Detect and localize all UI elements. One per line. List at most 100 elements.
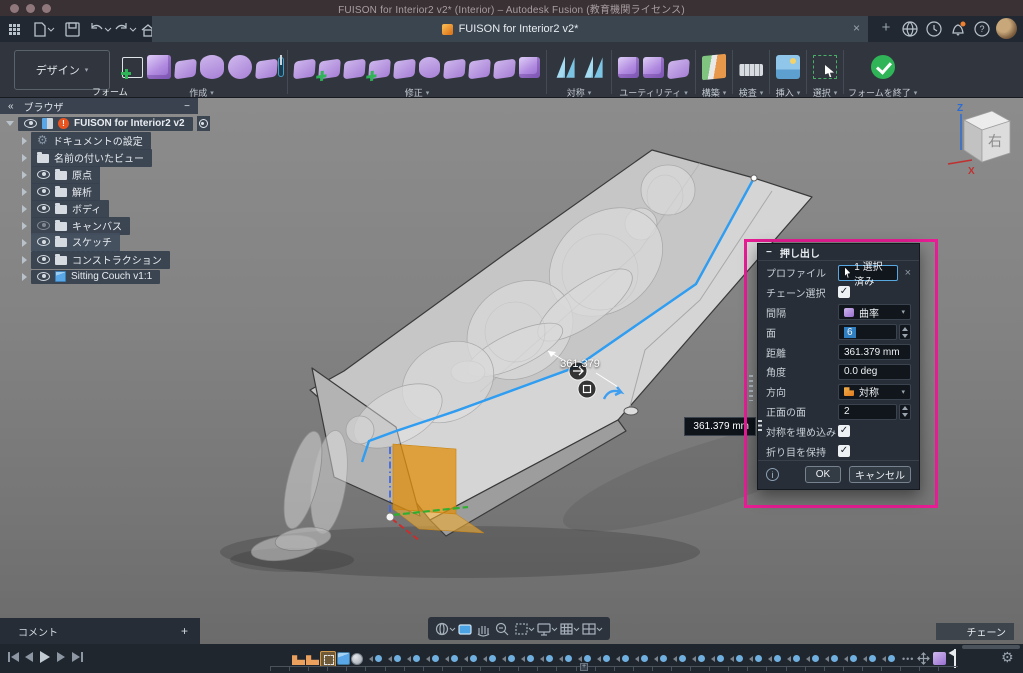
step-back-icon[interactable]	[25, 652, 33, 662]
timeline-point-feature-icon[interactable]	[424, 652, 443, 665]
bridge-icon[interactable]	[419, 57, 440, 78]
measure-icon[interactable]	[739, 64, 763, 76]
timeline-point-feature-icon[interactable]	[804, 652, 823, 665]
look-at-tool-icon[interactable]	[459, 625, 471, 634]
mirror-internal-icon[interactable]	[553, 55, 577, 79]
close-window-button[interactable]	[10, 4, 19, 13]
timeline-point-feature-icon[interactable]	[652, 652, 671, 665]
dimension-input-grip[interactable]	[758, 420, 762, 433]
quick-access-toolbar[interactable]	[4, 19, 154, 39]
go-to-end-icon[interactable]	[72, 652, 83, 662]
step-forward-icon[interactable]	[57, 652, 65, 662]
zoom-window-button[interactable]	[42, 4, 51, 13]
subdivide-icon[interactable]	[343, 58, 366, 79]
timeline-point-feature-icon[interactable]	[462, 652, 481, 665]
timeline-point-feature-icon[interactable]	[538, 652, 557, 665]
visibility-eye-icon[interactable]	[37, 204, 50, 213]
browser-row-named-views[interactable]: 名前の付いたビュー	[22, 150, 210, 165]
finish-form-icon[interactable]	[871, 55, 895, 79]
crease-icon[interactable]	[519, 57, 540, 78]
construction-plane-icon[interactable]	[702, 54, 726, 81]
add-comment-icon[interactable]: +	[181, 624, 188, 638]
view-cube[interactable]: 右 Z X	[942, 100, 1022, 178]
user-avatar[interactable]	[996, 18, 1017, 39]
collapse-dialog-icon[interactable]: −	[766, 247, 772, 258]
timeline-sketch-feature-selected[interactable]	[320, 651, 336, 667]
ok-button[interactable]: OK	[805, 466, 841, 483]
visibility-eye-icon[interactable]	[24, 119, 37, 128]
timeline-sphere-feature-icon[interactable]	[351, 653, 363, 665]
visibility-eye-icon[interactable]	[37, 237, 50, 246]
browser-row-sitting-couch[interactable]: Sitting Couch v1:1	[22, 269, 210, 284]
window-controls[interactable]	[10, 4, 51, 13]
minimize-panel-icon[interactable]: −	[184, 101, 190, 112]
expand-arrow-icon[interactable]	[22, 188, 27, 196]
insert-point-icon[interactable]	[368, 58, 391, 79]
comments-panel[interactable]: コメント +	[0, 618, 200, 644]
timeline-point-feature-icon[interactable]	[861, 652, 880, 665]
repair-body-icon[interactable]	[643, 57, 664, 78]
app-grid-icon[interactable]	[9, 24, 20, 35]
expand-arrow-icon[interactable]	[22, 239, 27, 247]
grid-display-icon[interactable]	[561, 624, 579, 634]
cylinder-icon[interactable]	[200, 55, 224, 79]
visibility-eye-icon[interactable]	[37, 187, 50, 196]
timeline-point-feature-icon[interactable]	[671, 652, 690, 665]
timeline-point-feature-icon[interactable]	[614, 652, 633, 665]
visibility-eye-icon[interactable]	[37, 255, 50, 264]
expand-arrow-icon[interactable]	[22, 137, 27, 145]
sphere-icon[interactable]	[228, 55, 252, 79]
create-sketch-icon[interactable]	[122, 57, 143, 78]
activate-component-radio[interactable]	[197, 116, 210, 131]
insert-edge-icon[interactable]	[318, 58, 341, 79]
viewcube-face-label[interactable]: 右	[988, 133, 1002, 149]
weld-vertices-icon[interactable]	[468, 58, 491, 79]
timeline-point-feature-icon[interactable]	[823, 652, 842, 665]
timeline-scale-marker[interactable]: +	[580, 663, 588, 671]
expand-arrow-icon[interactable]	[22, 273, 27, 281]
extrude-tool-selected[interactable]	[279, 58, 283, 76]
pan-tool-icon[interactable]	[478, 626, 489, 636]
timeline-point-feature-icon[interactable]	[728, 652, 747, 665]
timeline-point-feature-icon[interactable]	[557, 652, 576, 665]
timeline-point-feature-icon[interactable]	[595, 652, 614, 665]
browser-root-row[interactable]: ! FUISON for Interior2 v2	[6, 116, 210, 131]
select-tool-icon[interactable]	[813, 55, 837, 79]
browser-row-bodies[interactable]: ボディ	[22, 201, 210, 216]
info-icon[interactable]: i	[766, 468, 779, 481]
timeline-point-feature-icon[interactable]	[747, 652, 766, 665]
timeline-point-feature-icon[interactable]	[367, 652, 386, 665]
distance-input[interactable]: 361.379 mm	[838, 344, 911, 360]
zoom-tool-icon[interactable]	[497, 623, 509, 635]
browser-row-sketches[interactable]: スケッチ	[22, 235, 210, 250]
browser-row-origin[interactable]: 原点	[22, 167, 210, 182]
dialog-header[interactable]: − 押し出し	[758, 244, 919, 261]
visibility-eye-icon[interactable]	[37, 170, 50, 179]
timeline-scrollbar[interactable]	[962, 645, 1020, 649]
orbit-tool-icon[interactable]	[437, 623, 456, 634]
minimize-window-button[interactable]	[26, 4, 35, 13]
timeline-point-feature-icon[interactable]	[690, 652, 709, 665]
keep-crease-checkbox[interactable]: ✓	[838, 445, 850, 457]
timeline-form-feature-current-icon[interactable]	[933, 652, 946, 665]
embed-symmetry-checkbox[interactable]: ✓	[838, 425, 850, 437]
timeline-ruler[interactable]	[270, 666, 958, 671]
help-icon[interactable]: ?	[975, 22, 989, 36]
timeline-point-feature-icon[interactable]	[709, 652, 728, 665]
fill-hole-icon[interactable]	[443, 58, 466, 79]
cancel-button[interactable]: キャンセル	[849, 466, 911, 483]
edit-form-icon[interactable]	[293, 58, 316, 79]
timeline-playback-controls[interactable]	[6, 649, 96, 667]
timeline-settings-gear-icon[interactable]: ⚙	[1001, 649, 1014, 666]
faces-input[interactable]: 6	[838, 324, 897, 340]
circular-internal-icon[interactable]	[581, 55, 605, 79]
timeline-point-feature-icon[interactable]	[766, 652, 785, 665]
spacing-dropdown[interactable]: 曲率 ▾	[838, 304, 911, 320]
clear-selection-icon[interactable]: ×	[905, 267, 911, 279]
extensions-icon[interactable]	[903, 22, 917, 36]
browser-row-construction[interactable]: コンストラクション	[22, 252, 210, 267]
box-icon[interactable]	[147, 55, 171, 79]
browser-row-canvases[interactable]: キャンバス	[22, 218, 210, 233]
timeline-point-feature-icon[interactable]	[500, 652, 519, 665]
visibility-eye-icon[interactable]	[37, 272, 50, 281]
